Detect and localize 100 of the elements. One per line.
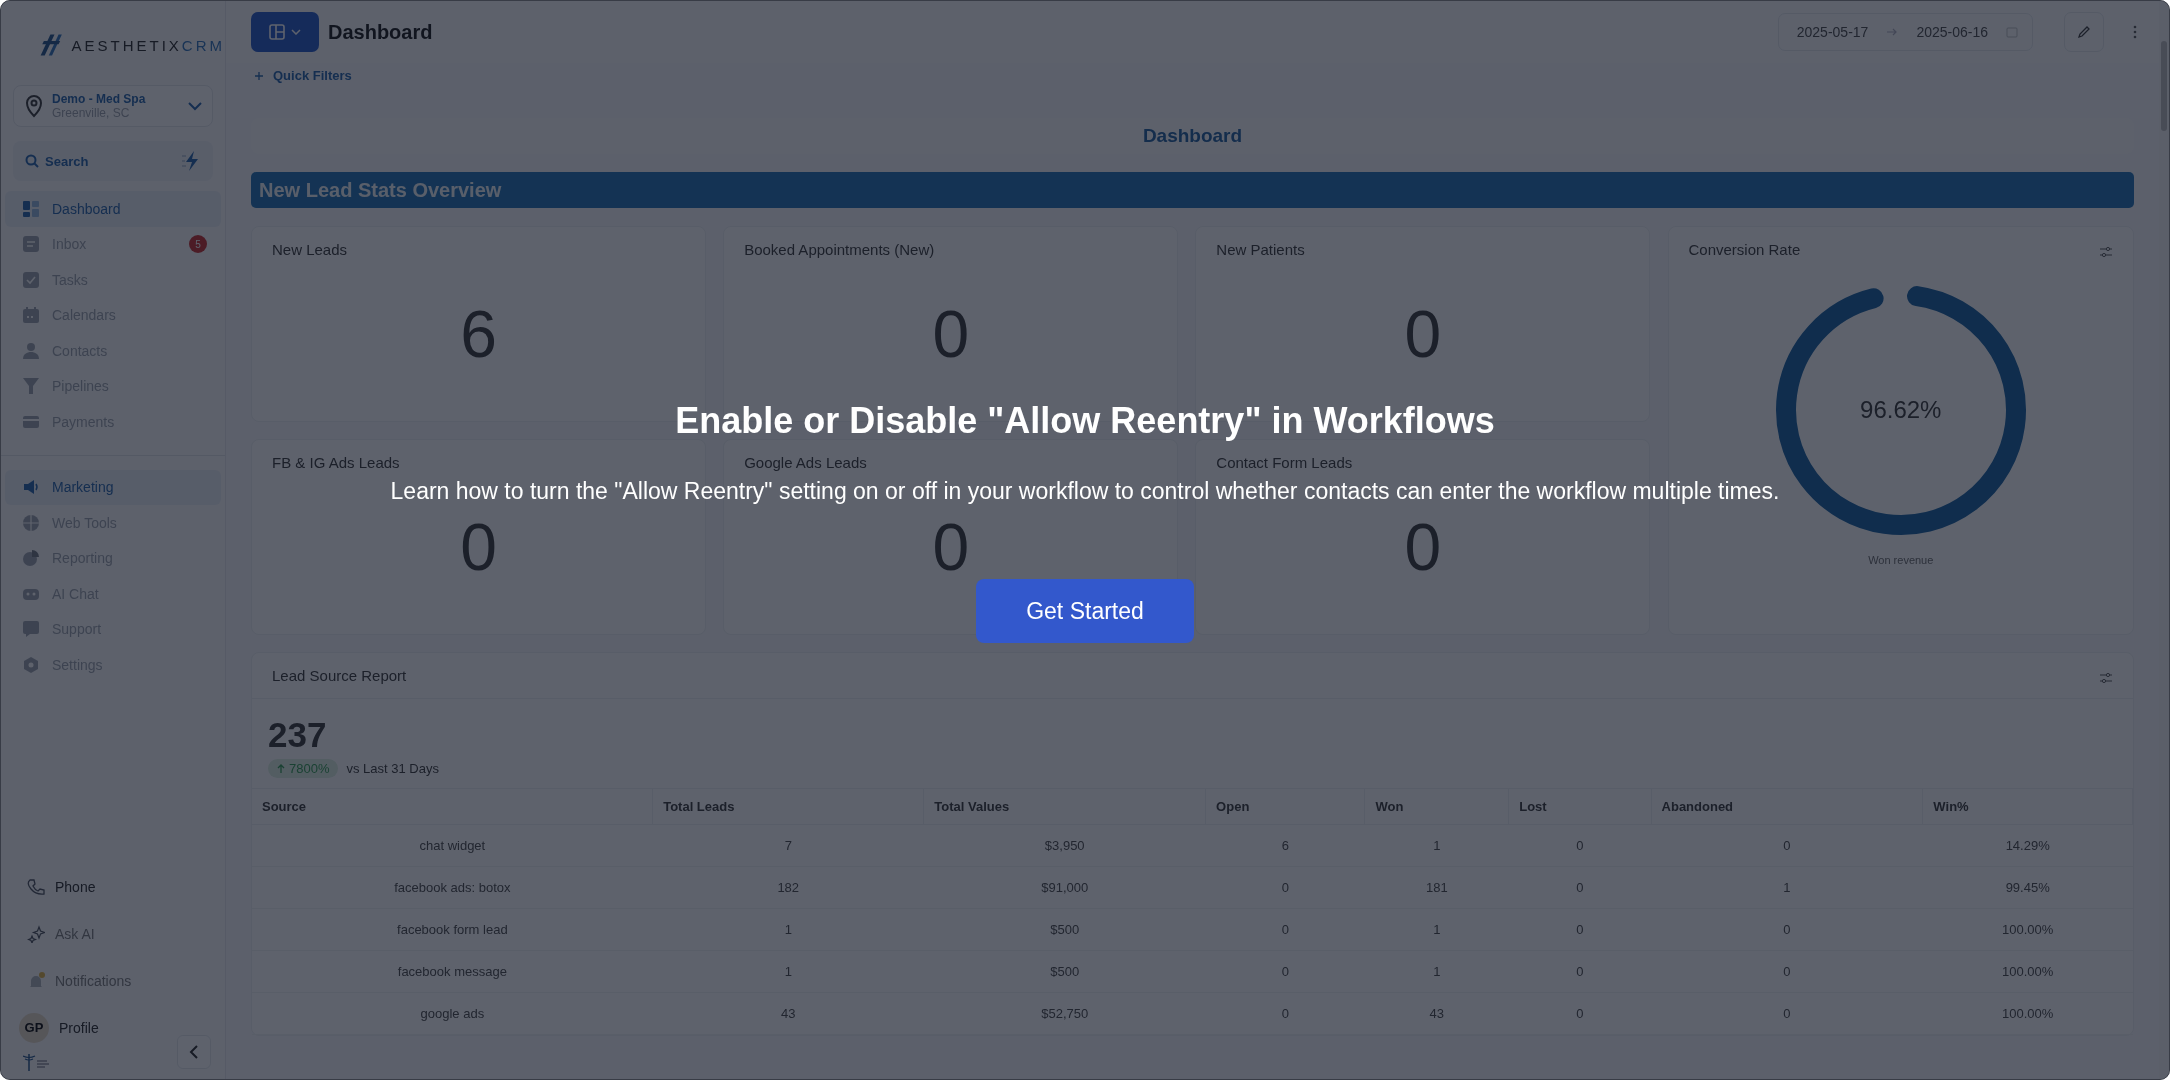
- table-cell: 181: [1364, 866, 1509, 909]
- lightning-icon: [181, 150, 201, 172]
- column-header: Win%: [1922, 788, 2133, 825]
- table-cell: $3,950: [923, 824, 1206, 867]
- card-title: Conversion Rate: [1688, 240, 1801, 258]
- table-cell: 0: [1508, 950, 1652, 993]
- map-pin-icon: [24, 94, 44, 118]
- table-cell: 100.00%: [1922, 950, 2133, 993]
- nav-item[interactable]: Phone: [1, 863, 225, 910]
- chevron-down-icon: [188, 101, 202, 111]
- chat-bubble-icon: [22, 620, 40, 639]
- stat-value: 0: [1404, 513, 1442, 580]
- column-header: Total Leads: [652, 788, 924, 825]
- quick-filters-link[interactable]: Quick Filters: [226, 63, 352, 83]
- table-cell: 14.29%: [1922, 824, 2133, 867]
- table-cell: facebook form lead: [252, 908, 653, 951]
- stat-label: New Patients: [1216, 240, 1305, 258]
- stat-value: 0: [932, 513, 970, 580]
- more-dots-icon: [2133, 25, 2137, 39]
- column-header: Won: [1364, 788, 1509, 825]
- column-header: Open: [1205, 788, 1365, 825]
- funnel-icon: [22, 377, 40, 396]
- table-cell: 43: [1364, 992, 1509, 1035]
- table-cell: 0: [1205, 950, 1365, 993]
- table-cell: 1: [1364, 908, 1509, 951]
- change-badge: 7800%: [268, 759, 339, 778]
- stat-label: New Leads: [272, 240, 348, 258]
- table-cell: 6: [1205, 824, 1365, 867]
- edit-button[interactable]: [2064, 12, 2104, 52]
- total-count: 237: [268, 715, 328, 755]
- arrow-up-icon: [277, 764, 285, 773]
- column-header: Total Values: [923, 788, 1206, 825]
- table-cell: $500: [923, 908, 1206, 951]
- plus-icon: [255, 71, 263, 80]
- tutorial-description: Learn how to turn the "Allow Reentry" setting on or off in your workflow to control whether contacts can enter the workflow multiple times.: [390, 478, 1780, 505]
- table-cell: 0: [1205, 866, 1365, 909]
- table-cell: 0: [1508, 824, 1652, 867]
- stat-value: 6: [460, 300, 497, 367]
- table-cell: 0: [1651, 824, 1923, 867]
- nav-item[interactable]: Marketing: [5, 469, 221, 505]
- checkbox-icon: [22, 270, 40, 289]
- stat-label: Contact Form Leads: [1216, 453, 1353, 471]
- layout-switcher-button[interactable]: [251, 12, 319, 52]
- card-title: Lead Source Report: [272, 666, 407, 684]
- table-cell: $52,750: [923, 992, 1206, 1035]
- table-cell: $500: [923, 950, 1206, 993]
- date-range-field[interactable]: 2025-05-17 2025-06-16: [1777, 13, 2033, 51]
- table-cell: 0: [1508, 992, 1652, 1035]
- table-cell: 1: [1364, 950, 1509, 993]
- pie-chart-icon: [22, 549, 40, 568]
- dashboard-grid-icon: [22, 199, 40, 218]
- table-cell: 7: [652, 824, 924, 867]
- layout-icon: [269, 24, 285, 40]
- column-header: Lost: [1508, 788, 1652, 825]
- chevron-left-icon: [189, 1044, 199, 1060]
- unread-count-badge: 5: [189, 235, 207, 254]
- table-cell: 100.00%: [1922, 992, 2133, 1035]
- settings-icon: [22, 655, 40, 674]
- table-cell: $91,000: [923, 866, 1206, 909]
- table-cell: 0: [1651, 950, 1923, 993]
- table-cell: 1: [1651, 866, 1923, 909]
- tutorial-title: Enable or Disable "Allow Reentry" in Workflows: [675, 400, 1495, 442]
- collapse-button[interactable]: [177, 1035, 211, 1069]
- table-cell: 0: [1651, 908, 1923, 951]
- table-cell: 0: [1651, 992, 1923, 1035]
- phone-icon: [27, 877, 45, 896]
- table-cell: chat widget: [252, 824, 653, 867]
- stat-value: 0: [460, 513, 497, 580]
- table-cell: google ads: [252, 992, 653, 1035]
- filter-sliders-icon: [2099, 245, 2113, 258]
- column-header: Source: [252, 788, 653, 825]
- table-cell: 100.00%: [1922, 908, 2133, 951]
- globe-icon: [22, 513, 40, 532]
- table-cell: 0: [1508, 908, 1652, 951]
- table-cell: 1: [1364, 824, 1509, 867]
- pencil-icon: [2077, 25, 2091, 39]
- table-cell: facebook ads: botox: [252, 866, 653, 909]
- arrow-right-icon: [1886, 27, 1899, 37]
- stat-label: FB & IG Ads Leads: [272, 453, 400, 471]
- get-started-button[interactable]: Get Started: [976, 579, 1194, 643]
- location-name: Demo - Med Spa: [52, 92, 147, 106]
- calendar-icon: [22, 306, 40, 325]
- column-header: Abandoned: [1651, 788, 1923, 825]
- search-button[interactable]: Search: [13, 141, 213, 181]
- megaphone-icon: [22, 478, 40, 497]
- inbox-icon: [22, 235, 40, 254]
- stat-label: Google Ads Leads: [744, 453, 867, 471]
- donut-reading: 96.62%: [1860, 396, 1942, 424]
- page-title: Dashboard: [328, 20, 433, 44]
- table-cell: 1: [652, 950, 924, 993]
- comparison-label: vs Last 31 Days: [346, 761, 439, 776]
- nav-item[interactable]: Dashboard: [5, 191, 221, 227]
- table-cell: facebook message: [252, 950, 653, 993]
- avatar: GP: [19, 1012, 49, 1043]
- stat-value: 0: [1404, 300, 1442, 367]
- table-cell: 0: [1205, 992, 1365, 1035]
- nav-item[interactable]: GP Profile: [1, 1004, 225, 1051]
- table-cell: 1: [652, 908, 924, 951]
- caret-icon: [291, 29, 301, 35]
- brand-name: AESTHETIX CRM: [71, 36, 225, 54]
